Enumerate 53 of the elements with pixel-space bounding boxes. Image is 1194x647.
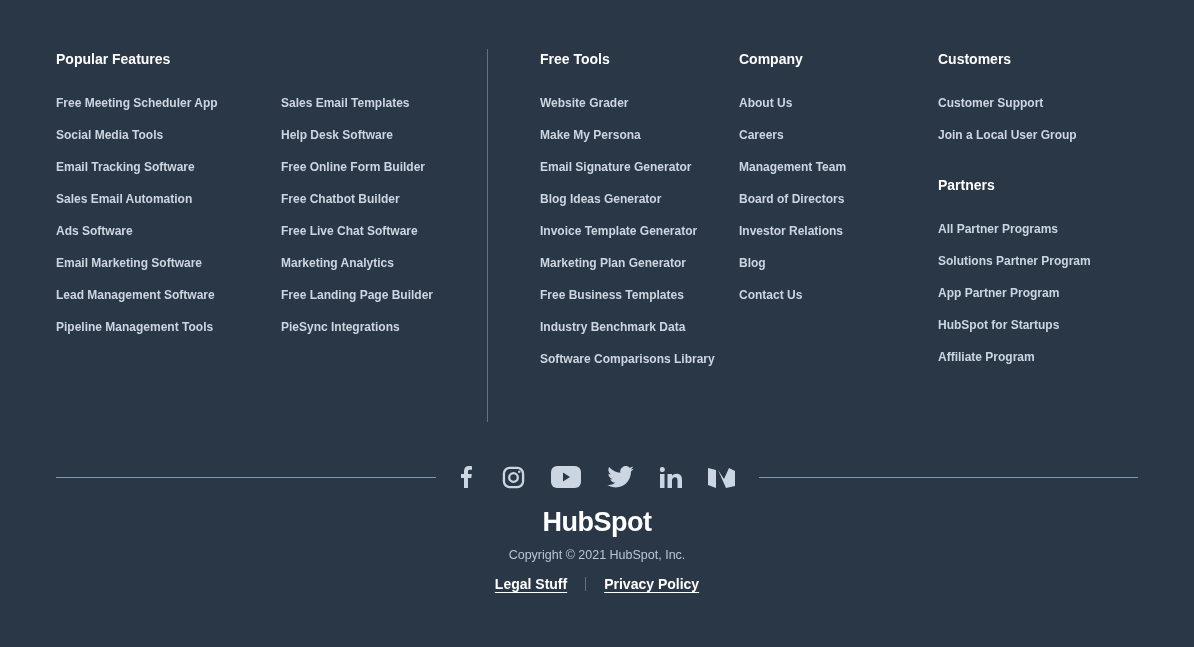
footer-link[interactable]: Lead Management Software (56, 285, 215, 305)
footer-link[interactable]: Ads Software (56, 221, 133, 241)
footer-link[interactable]: Help Desk Software (281, 125, 394, 145)
footer-link[interactable]: Solutions Partner Program (938, 251, 1091, 271)
footer-link[interactable]: Marketing Plan Generator (540, 253, 687, 273)
footer-link[interactable]: Sales Email Automation (56, 189, 193, 209)
legal-link[interactable]: Legal Stuff (494, 573, 568, 595)
footer-link[interactable]: Make My Persona (540, 125, 641, 145)
footer-link[interactable]: App Partner Program (938, 283, 1060, 303)
column-heading: Popular Features (56, 50, 172, 69)
footer-link[interactable]: HubSpot for Startups (938, 315, 1060, 335)
footer-link[interactable]: Invoice Template Generator (540, 221, 698, 241)
footer-link[interactable]: Email Marketing Software (56, 253, 203, 273)
copyright-text: Copyright © 2021 HubSpot, Inc. (508, 547, 686, 564)
footer-link[interactable]: Blog Ideas Generator (540, 189, 662, 209)
instagram-icon[interactable] (501, 465, 525, 489)
footer-link[interactable]: Social Media Tools (56, 125, 164, 145)
footer-link[interactable]: Board of Directors (739, 189, 845, 209)
footer-link[interactable]: Pipeline Management Tools (56, 317, 214, 337)
column-heading: Company (739, 50, 804, 69)
footer-link[interactable]: Free Meeting Scheduler App (56, 93, 218, 113)
footer-link[interactable]: Email Signature Generator (540, 157, 692, 177)
footer-link[interactable]: Free Online Form Builder (281, 157, 426, 177)
footer-link[interactable]: Careers (739, 125, 784, 145)
linkedin-icon[interactable] (659, 466, 682, 488)
footer-link[interactable]: Website Grader (540, 93, 629, 113)
footer-link[interactable]: Join a Local User Group (938, 125, 1077, 145)
column-heading: Free Tools (540, 50, 611, 69)
footer-link[interactable]: Marketing Analytics (281, 253, 394, 273)
footer-link[interactable]: Free Live Chat Software (281, 221, 418, 241)
column-heading: Partners (938, 176, 996, 195)
footer-link[interactable]: Software Comparisons Library (540, 349, 715, 369)
footer-link[interactable]: Contact Us (739, 285, 803, 305)
logo[interactable]: HubSpot (542, 506, 652, 538)
facebook-icon[interactable] (459, 466, 472, 488)
footer-link[interactable]: Management Team (739, 157, 847, 177)
play-button-icon[interactable] (550, 466, 581, 488)
column-heading: Customers (938, 50, 1013, 69)
footer-link[interactable]: All Partner Programs (938, 219, 1059, 239)
footer-link[interactable]: Customer Support (938, 93, 1044, 113)
footer-link[interactable]: Free Landing Page Builder (281, 285, 434, 305)
footer-link[interactable]: Affiliate Program (938, 347, 1035, 367)
footer-link[interactable]: PieSync Integrations (281, 317, 400, 337)
footer-link[interactable]: Sales Email Templates (281, 93, 410, 113)
footer-link[interactable]: Industry Benchmark Data (540, 317, 686, 337)
footer-link[interactable]: Free Chatbot Builder (281, 189, 400, 209)
footer-link[interactable]: Email Tracking Software (56, 157, 195, 177)
legal-link[interactable]: Privacy Policy (604, 573, 700, 595)
footer-link[interactable]: Free Business Templates (540, 285, 684, 305)
footer-link[interactable]: About Us (739, 93, 793, 113)
footer-link[interactable]: Investor Relations (739, 221, 844, 241)
bird-icon[interactable] (606, 466, 634, 488)
footer-link[interactable]: Blog (739, 253, 766, 273)
